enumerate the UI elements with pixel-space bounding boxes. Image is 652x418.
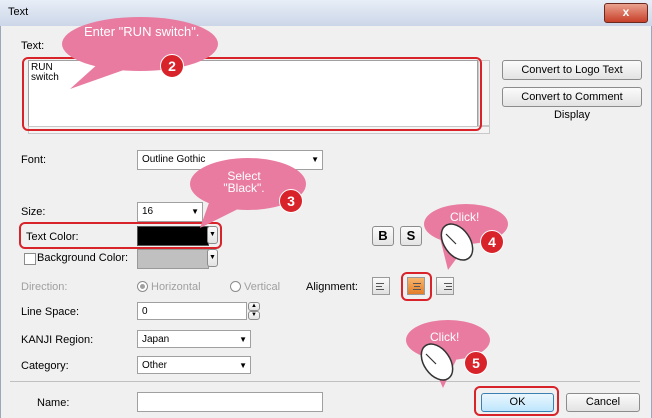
convert-logo-button[interactable]: Convert to Logo Text (502, 60, 642, 80)
name-input[interactable] (137, 392, 323, 412)
align-left-button[interactable] (372, 277, 390, 295)
line-space-label: Line Space: (21, 306, 80, 318)
callout-2-text: Enter "RUN switch". (84, 24, 200, 39)
bold-button[interactable]: B (372, 226, 394, 246)
window-title: Text (8, 6, 29, 18)
vertical-label: Vertical (244, 281, 281, 293)
horizontal-label: Horizontal (151, 281, 201, 293)
horizontal-radio[interactable] (137, 281, 148, 292)
close-button[interactable]: x (604, 3, 648, 23)
background-color-dropdown[interactable]: ▼ (207, 249, 218, 267)
alignment-label: Alignment: (306, 281, 358, 293)
vertical-radio[interactable] (230, 281, 241, 292)
background-color-swatch[interactable] (137, 249, 209, 269)
name-label: Name: (37, 397, 70, 409)
background-color-checkbox[interactable] (24, 253, 36, 265)
line-space-down-button[interactable]: ▼ (248, 311, 260, 320)
kanji-region-value: Japan (142, 334, 170, 345)
step-4-badge: 4 (480, 230, 504, 254)
chevron-down-icon: ▼ (311, 155, 319, 164)
background-color-label: Background Color: (37, 252, 129, 264)
step-5-badge: 5 (464, 351, 488, 375)
line-space-input[interactable]: 0 (137, 302, 247, 320)
size-label: Size: (21, 206, 46, 218)
line-space-up-button[interactable]: ▲ (248, 302, 260, 311)
font-label: Font: (21, 154, 47, 166)
direction-label: Direction: (21, 281, 68, 293)
mouse-cursor-icon (440, 223, 474, 261)
category-value: Other (142, 360, 168, 371)
chevron-down-icon: ▼ (209, 254, 216, 261)
chevron-down-icon: ▼ (239, 335, 247, 344)
line-space-value: 0 (142, 306, 148, 317)
align-center-highlight-box (401, 272, 432, 301)
step-2-badge: 2 (160, 54, 184, 78)
separator (10, 381, 640, 382)
kanji-region-select[interactable]: Japan ▼ (137, 330, 251, 348)
kanji-region-label: KANJI Region: (21, 334, 94, 346)
callout-3-text: Select "Black". (223, 169, 265, 195)
convert-comment-button[interactable]: Convert to Comment Display (502, 87, 642, 121)
chevron-down-icon: ▼ (239, 361, 247, 370)
align-right-button[interactable] (436, 277, 454, 295)
cancel-button[interactable]: Cancel (566, 393, 640, 412)
category-select[interactable]: Other ▼ (137, 356, 251, 374)
step-3-badge: 3 (279, 189, 303, 213)
mouse-cursor-icon (420, 343, 454, 381)
ok-highlight-box (474, 386, 559, 416)
category-label: Category: (21, 360, 69, 372)
size-value: 16 (142, 206, 154, 217)
